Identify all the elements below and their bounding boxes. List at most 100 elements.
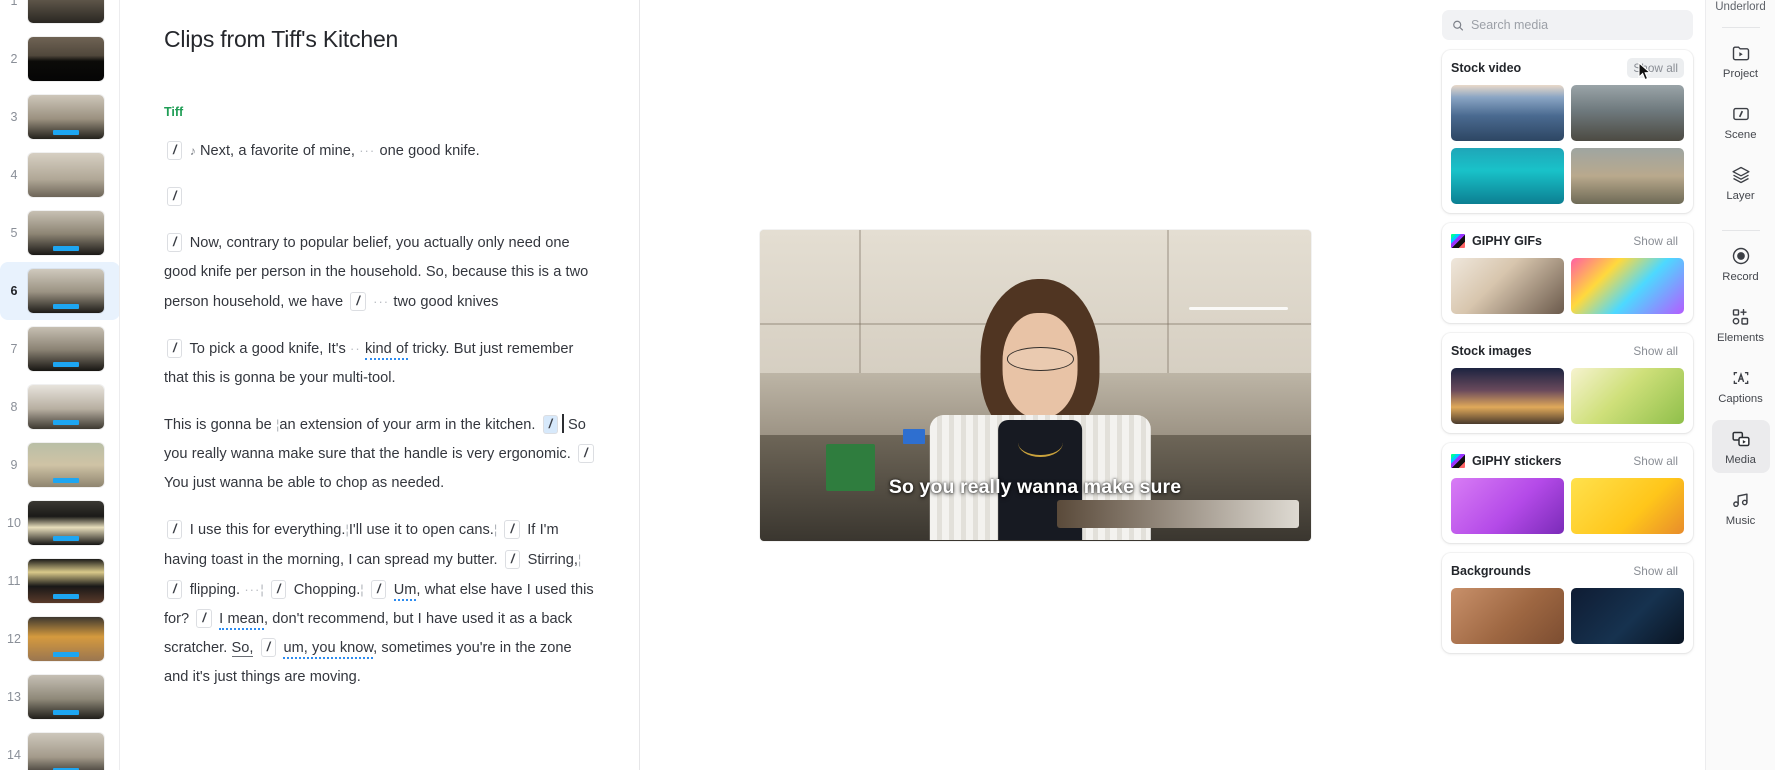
rail-item-media[interactable]: Media bbox=[1711, 420, 1770, 473]
scene-item-5[interactable]: 5 bbox=[0, 204, 119, 262]
transcript-text: To pick a good knife, It's bbox=[189, 341, 346, 357]
scene-item-11[interactable]: 11 bbox=[0, 552, 119, 610]
section-title: Stock images bbox=[1451, 344, 1532, 358]
scene-item-13[interactable]: 13 bbox=[0, 668, 119, 726]
scene-thumbnail[interactable] bbox=[28, 559, 104, 603]
folder-play-icon bbox=[1731, 43, 1751, 63]
scene-item-8[interactable]: 8 bbox=[0, 378, 119, 436]
rail-item-record[interactable]: Record bbox=[1712, 237, 1770, 290]
scene-break-marker[interactable]: / bbox=[167, 520, 183, 539]
scene-thumbnail[interactable] bbox=[28, 327, 104, 371]
speaker-label: Tiff bbox=[164, 105, 184, 119]
scene-break-marker[interactable]: / bbox=[270, 580, 287, 599]
scene-break-marker[interactable]: / bbox=[167, 339, 183, 358]
scene-thumbnail[interactable] bbox=[28, 385, 104, 429]
show-all-button[interactable]: Show all bbox=[1627, 231, 1684, 251]
mountain-sunset-image[interactable] bbox=[1451, 368, 1564, 424]
giphy-logo-icon bbox=[1451, 454, 1465, 468]
transcript-editor[interactable]: Clips from Tiff's Kitchen Tiff / ♪ Next,… bbox=[120, 0, 640, 770]
scene-thumbnail[interactable] bbox=[28, 675, 104, 719]
filler-word-highlight[interactable]: Um bbox=[393, 582, 417, 601]
scene-break-marker[interactable]: / bbox=[167, 580, 183, 599]
scene-item-3[interactable]: 3 bbox=[0, 88, 119, 146]
castle-ruins-video[interactable] bbox=[1571, 148, 1684, 204]
rail-item-scene[interactable]: Scene bbox=[1712, 95, 1770, 148]
boy-sticky-notes-gif[interactable] bbox=[1451, 258, 1564, 314]
scene-break-marker[interactable]: / bbox=[167, 141, 183, 160]
scene-thumbnail-rail[interactable]: 1 2 3 4 5 6 7 8 9 10 11 12 13 14 bbox=[0, 0, 120, 770]
scene-break-marker[interactable]: / bbox=[504, 520, 520, 539]
scene-number: 14 bbox=[7, 748, 21, 762]
rail-item-project[interactable]: Project bbox=[1712, 34, 1770, 87]
scene-thumbnail[interactable] bbox=[28, 95, 104, 139]
rail-item-music[interactable]: Music bbox=[1712, 481, 1770, 534]
app-root: 1 2 3 4 5 6 7 8 9 10 11 12 13 14 Clips from Tiff's Ki… bbox=[0, 0, 1775, 770]
scene-item-2[interactable]: 2 bbox=[0, 30, 119, 88]
scene-item-1[interactable]: 1 bbox=[0, 0, 119, 30]
scene-item-12[interactable]: 12 bbox=[0, 610, 119, 668]
show-all-button[interactable]: Show all bbox=[1627, 561, 1684, 581]
scene-break-marker[interactable]: / bbox=[578, 444, 594, 463]
transcript-paragraph-3[interactable]: / Now, contrary to popular belief, you a… bbox=[164, 229, 597, 317]
purple-monster-sticker[interactable] bbox=[1451, 478, 1564, 534]
scene-item-4[interactable]: 4 bbox=[0, 146, 119, 204]
transcript-paragraph-2[interactable]: / bbox=[164, 183, 597, 212]
rail-item-captions[interactable]: Captions bbox=[1712, 359, 1770, 412]
scene-item-7[interactable]: 7 bbox=[0, 320, 119, 378]
scene-break-marker[interactable]: / bbox=[167, 187, 183, 206]
horse-running-video[interactable] bbox=[1571, 85, 1684, 141]
scene-thumbnail[interactable] bbox=[28, 501, 104, 545]
underlord-label[interactable]: Underlord bbox=[1715, 0, 1766, 14]
transcript-text: Chopping. bbox=[293, 582, 361, 598]
filler-word-highlight[interactable]: I mean bbox=[219, 611, 264, 630]
thumbnail-caption-chip bbox=[53, 304, 79, 309]
scene-thumbnail[interactable] bbox=[28, 733, 104, 770]
scene-thumbnail[interactable] bbox=[28, 269, 104, 313]
filler-word-highlight[interactable]: um, you know bbox=[283, 640, 374, 659]
scene-break-marker-selected[interactable]: / bbox=[542, 415, 559, 434]
orange-texture-background[interactable] bbox=[1451, 588, 1564, 644]
scene-item-9[interactable]: 9 bbox=[0, 436, 119, 494]
scene-thumbnail[interactable] bbox=[28, 0, 104, 23]
transcript-paragraph-5[interactable]: This is gonna be ¦an extension of your a… bbox=[164, 410, 597, 498]
video-canvas-area[interactable]: So you really wanna make sure bbox=[640, 0, 1430, 770]
scene-item-10[interactable]: 10 bbox=[0, 494, 119, 552]
scene-break-marker[interactable]: / bbox=[504, 550, 521, 569]
rail-item-elements[interactable]: Elements bbox=[1712, 298, 1770, 351]
lake-aerial-video[interactable] bbox=[1451, 85, 1564, 141]
turquoise-reef-video[interactable] bbox=[1451, 148, 1564, 204]
happy-birthday-letters-gif[interactable] bbox=[1571, 258, 1684, 314]
green-leaves-image[interactable] bbox=[1571, 368, 1684, 424]
search-media-box[interactable] bbox=[1442, 10, 1693, 40]
transcript-paragraph-6[interactable]: / I use this for everything.¦I'll use it… bbox=[164, 515, 597, 692]
scene-break-marker[interactable]: / bbox=[196, 609, 212, 628]
scene-item-14[interactable]: 14 bbox=[0, 726, 119, 770]
thumbnail-caption-chip bbox=[53, 652, 79, 657]
show-all-button[interactable]: Show all bbox=[1627, 341, 1684, 361]
search-input[interactable] bbox=[1470, 18, 1683, 32]
dark-blue-background[interactable] bbox=[1571, 588, 1684, 644]
scene-thumbnail[interactable] bbox=[28, 37, 104, 81]
scene-break-marker[interactable]: / bbox=[260, 638, 277, 657]
show-all-button[interactable]: Show all bbox=[1627, 58, 1684, 78]
word-gap-marker: ¦ bbox=[493, 522, 498, 537]
scene-thumbnail[interactable] bbox=[28, 617, 104, 661]
show-all-button[interactable]: Show all bbox=[1627, 451, 1684, 471]
rail-divider bbox=[1721, 27, 1760, 28]
media-panel[interactable]: Stock videoShow allGIPHY GIFsShow allSto… bbox=[1430, 0, 1705, 770]
scene-break-marker[interactable]: / bbox=[370, 580, 387, 599]
filler-word-highlight[interactable]: kind of bbox=[364, 341, 409, 360]
scene-thumbnail[interactable] bbox=[28, 211, 104, 255]
transcript-paragraph-1[interactable]: / ♪ Next, a favorite of mine, ··· one go… bbox=[164, 136, 597, 166]
scene-item-6[interactable]: 6 bbox=[0, 262, 119, 320]
yellow-duck-heart-sticker[interactable] bbox=[1571, 478, 1684, 534]
thumbnail-caption-chip bbox=[53, 362, 79, 367]
scene-thumbnail[interactable] bbox=[28, 153, 104, 197]
scene-thumbnail[interactable] bbox=[28, 443, 104, 487]
video-player[interactable]: So you really wanna make sure bbox=[759, 229, 1311, 541]
rail-item-layer[interactable]: Layer bbox=[1712, 156, 1770, 209]
transcript-paragraph-4[interactable]: / To pick a good knife, It's ·· kind of … bbox=[164, 334, 597, 393]
scene-break-marker[interactable]: / bbox=[167, 233, 183, 252]
right-toolbar[interactable]: Underlord Project Scene Layer Record Element… bbox=[1705, 0, 1775, 770]
scene-break-marker[interactable]: / bbox=[350, 292, 366, 311]
